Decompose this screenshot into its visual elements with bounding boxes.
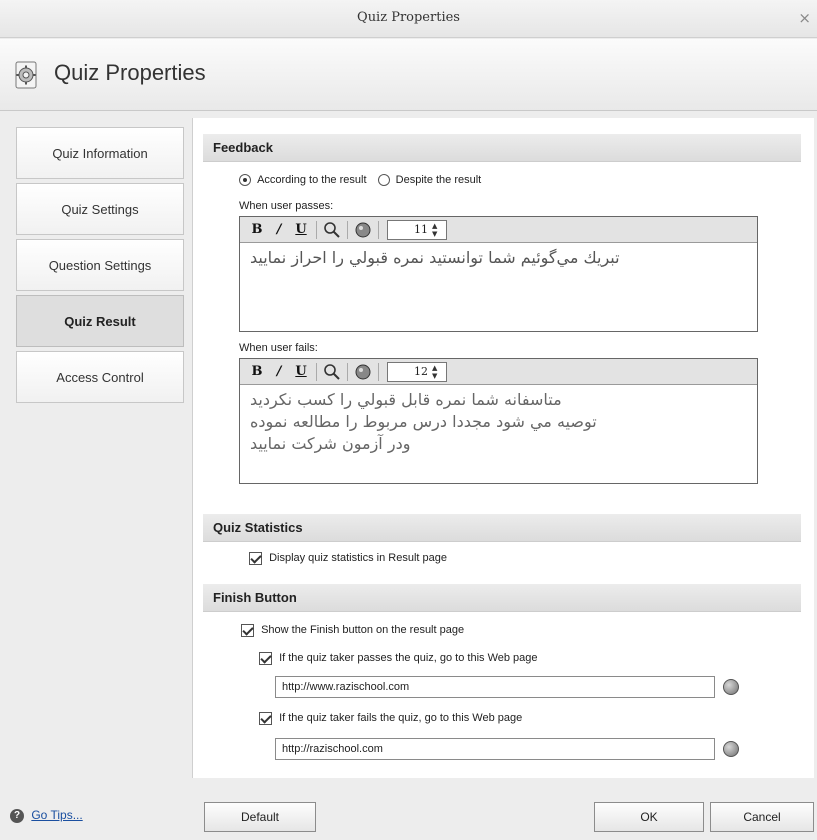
sidebar-item-label: Quiz Result [64, 313, 136, 329]
finish-button-heading: Finish Button [203, 584, 801, 612]
italic-button[interactable]: / [268, 220, 290, 240]
display-statistics-option: Display quiz statistics in Result page [249, 552, 447, 565]
ok-button[interactable]: OK [594, 802, 704, 832]
sidebar-item-label: Question Settings [48, 257, 152, 273]
bold-button[interactable]: B [246, 362, 268, 382]
sidebar-item-label: Access Control [56, 369, 144, 385]
radio-according-to-result[interactable] [239, 174, 251, 187]
fail-text-line: ودر آزمون شركت نماييد [250, 434, 411, 453]
toolbar-divider [347, 362, 348, 381]
sidebar-item-access-control[interactable]: Access Control [16, 351, 184, 403]
editor-toolbar: B / U 12 ▲ ▼ [240, 359, 757, 385]
sidebar-item-quiz-settings[interactable]: Quiz Settings [16, 183, 184, 235]
window-titlebar: Quiz Properties × [0, 0, 817, 38]
font-size-stepper[interactable]: 12 ▲ ▼ [387, 361, 447, 382]
sidebar-item-quiz-information[interactable]: Quiz Information [16, 127, 184, 179]
dialog-header: Quiz Properties [0, 39, 817, 111]
sidebar-nav: Quiz Information Quiz Settings Question … [16, 127, 184, 407]
fail-feedback-editor: B / U 12 ▲ ▼ متاسفانه شما نمره قابل قبولي… [239, 358, 758, 484]
pass-redirect-label: If the quiz taker passes the quiz, go to… [279, 652, 538, 665]
show-finish-label: Show the Finish button on the result pag… [261, 624, 465, 637]
toolbar-divider [347, 220, 348, 239]
font-size-value: 11 [414, 223, 428, 236]
fail-text-line: متاسفانه شما نمره قابل قبولي را كسب نكرد… [250, 390, 562, 409]
pass-redirect-option: If the quiz taker passes the quiz, go to… [259, 652, 538, 665]
toolbar-divider [316, 362, 317, 381]
toolbar-divider [316, 220, 317, 239]
globe-icon[interactable] [723, 741, 739, 757]
help-icon: ? [10, 808, 24, 823]
sidebar-item-label: Quiz Settings [61, 201, 139, 217]
feedback-heading: Feedback [203, 134, 801, 162]
show-finish-checkbox[interactable] [241, 624, 254, 637]
fail-redirect-checkbox[interactable] [259, 712, 272, 725]
quiz-statistics-heading: Quiz Statistics [203, 514, 801, 542]
toolbar-divider [378, 220, 379, 239]
display-statistics-checkbox[interactable] [249, 552, 262, 565]
underline-button[interactable]: U [290, 362, 312, 382]
gear-document-icon [15, 61, 37, 89]
content-panel: Feedback According to the result Despite… [192, 118, 814, 778]
pass-url-input[interactable]: http://www.razischool.com [275, 676, 715, 698]
window-title: Quiz Properties [357, 10, 460, 25]
pass-redirect-checkbox[interactable] [259, 652, 272, 665]
go-tips-label[interactable]: Go Tips... [31, 808, 82, 822]
cancel-button[interactable]: Cancel [710, 802, 814, 832]
fail-feedback-label: When user fails: [239, 342, 318, 354]
color-picker-icon[interactable] [352, 362, 374, 382]
radio-according-label: According to the result [257, 174, 367, 186]
toolbar-divider [378, 362, 379, 381]
spin-arrows-icon[interactable]: ▲ ▼ [432, 222, 442, 238]
sidebar-item-label: Quiz Information [52, 145, 148, 161]
radio-despite-result[interactable] [377, 174, 390, 187]
fail-url-input[interactable]: http://razischool.com [275, 738, 715, 760]
spin-arrows-icon[interactable]: ▲ ▼ [432, 364, 442, 380]
editor-toolbar: B / U 11 ▲ ▼ [240, 217, 757, 243]
feedback-mode-radios: According to the result Despite the resu… [239, 174, 482, 187]
bold-button[interactable]: B [246, 220, 268, 240]
fail-text-line: توصيه مي شود مجددا درس مربوط را مطالعه ن… [250, 412, 597, 431]
fail-redirect-label: If the quiz taker fails the quiz, go to … [279, 712, 523, 725]
fail-redirect-option: If the quiz taker fails the quiz, go to … [259, 712, 522, 725]
sidebar-item-quiz-result[interactable]: Quiz Result [16, 295, 184, 347]
sidebar-item-question-settings[interactable]: Question Settings [16, 239, 184, 291]
pass-feedback-text[interactable]: تبريك مي‌گوئيم شما توانستيد نمره قبولي ر… [240, 243, 757, 269]
show-finish-option: Show the Finish button on the result pag… [241, 624, 464, 637]
default-button[interactable]: Default [204, 802, 316, 832]
italic-button[interactable]: / [268, 362, 290, 382]
fail-feedback-text[interactable]: متاسفانه شما نمره قابل قبولي را كسب نكرد… [240, 385, 757, 455]
go-tips-link[interactable]: ? Go Tips... [10, 808, 83, 823]
color-picker-icon[interactable] [352, 220, 374, 240]
font-size-stepper[interactable]: 11 ▲ ▼ [387, 219, 447, 240]
radio-despite-label: Despite the result [395, 174, 482, 186]
pass-feedback-label: When user passes: [239, 200, 334, 212]
pass-feedback-editor: B / U 11 ▲ ▼ تبريك مي‌گوئيم شما توانستيد … [239, 216, 758, 332]
spell-check-icon[interactable] [321, 362, 343, 382]
font-size-value: 12 [414, 365, 428, 378]
globe-icon[interactable] [723, 679, 739, 695]
page-title: Quiz Properties [54, 60, 206, 85]
spell-check-icon[interactable] [321, 220, 343, 240]
display-statistics-label: Display quiz statistics in Result page [269, 552, 447, 565]
close-icon[interactable]: × [798, 9, 811, 27]
underline-button[interactable]: U [290, 220, 312, 240]
